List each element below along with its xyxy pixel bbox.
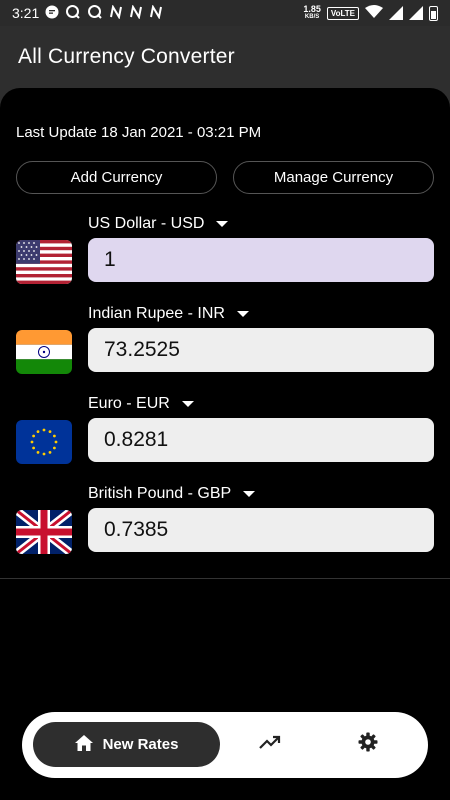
nav-new-rates-label: New Rates bbox=[102, 736, 179, 753]
nav-trend-button[interactable] bbox=[240, 722, 300, 767]
network-speed-unit: KB/S bbox=[304, 14, 320, 20]
trending-icon bbox=[259, 735, 281, 754]
amount-input-usd[interactable]: 1 bbox=[88, 238, 434, 282]
bottom-nav: New Rates bbox=[22, 712, 428, 778]
currency-select-usd[interactable]: US Dollar - USD bbox=[88, 212, 229, 236]
app-title: All Currency Converter bbox=[18, 45, 235, 68]
status-bar: 3:21 1.85 KB/S VoLTE bbox=[0, 0, 450, 26]
signal-icon-2 bbox=[409, 6, 423, 20]
nav-new-rates-button[interactable]: New Rates bbox=[33, 722, 220, 767]
signal-icon bbox=[389, 6, 403, 20]
q-notification-icon-2 bbox=[87, 4, 103, 22]
amount-input-inr[interactable]: 73.2525 bbox=[88, 328, 434, 372]
status-left: 3:21 bbox=[12, 4, 163, 22]
n-notification-icon bbox=[109, 4, 123, 21]
currency-row-inr: Indian Rupee - INR 73.2525 bbox=[0, 302, 450, 382]
main-panel: Last Update 18 Jan 2021 - 03:21 PM Add C… bbox=[0, 88, 450, 800]
currency-row-eur: Euro - EUR 0.8281 bbox=[0, 392, 450, 472]
chevron-down-icon bbox=[181, 401, 194, 407]
battery-icon bbox=[429, 5, 438, 21]
settings-icon bbox=[358, 732, 378, 757]
amount-input-eur[interactable]: 0.8281 bbox=[88, 418, 434, 462]
chevron-down-icon bbox=[216, 221, 229, 227]
last-update-text: Last Update 18 Jan 2021 - 03:21 PM bbox=[16, 124, 262, 141]
wifi-icon bbox=[365, 4, 383, 22]
currency-select-eur[interactable]: Euro - EUR bbox=[88, 392, 194, 416]
status-right: 1.85 KB/S VoLTE bbox=[303, 4, 438, 22]
message-notification-icon bbox=[45, 5, 59, 21]
currency-row-gbp: British Pound - GBP 0.7385 bbox=[0, 482, 450, 562]
chevron-down-icon bbox=[236, 311, 249, 317]
volte-badge: VoLTE bbox=[326, 6, 359, 20]
status-time: 3:21 bbox=[12, 5, 40, 21]
uk-flag-icon bbox=[16, 510, 72, 554]
currency-name-usd: US Dollar - USD bbox=[88, 215, 205, 232]
nav-settings-button[interactable] bbox=[338, 722, 398, 767]
app-bar: All Currency Converter bbox=[0, 26, 450, 88]
n-notification-icon-3 bbox=[149, 4, 163, 21]
network-speed: 1.85 KB/S bbox=[303, 5, 321, 21]
divider bbox=[0, 578, 450, 579]
currency-name-inr: Indian Rupee - INR bbox=[88, 305, 225, 322]
currency-select-gbp[interactable]: British Pound - GBP bbox=[88, 482, 256, 506]
chevron-down-icon bbox=[243, 491, 256, 497]
n-notification-icon-2 bbox=[129, 4, 143, 21]
network-speed-value: 1.85 bbox=[303, 4, 321, 14]
india-flag-icon bbox=[16, 330, 72, 374]
currency-name-gbp: British Pound - GBP bbox=[88, 485, 232, 502]
amount-input-gbp[interactable]: 0.7385 bbox=[88, 508, 434, 552]
q-notification-icon bbox=[65, 4, 81, 22]
add-currency-button[interactable]: Add Currency bbox=[16, 161, 217, 194]
currency-row-usd: US Dollar - USD 1 bbox=[0, 212, 450, 292]
currency-select-inr[interactable]: Indian Rupee - INR bbox=[88, 302, 249, 326]
home-icon bbox=[74, 734, 93, 755]
us-flag-icon bbox=[16, 240, 72, 284]
eu-flag-icon bbox=[16, 420, 72, 464]
manage-currency-button[interactable]: Manage Currency bbox=[233, 161, 434, 194]
currency-name-eur: Euro - EUR bbox=[88, 395, 170, 412]
